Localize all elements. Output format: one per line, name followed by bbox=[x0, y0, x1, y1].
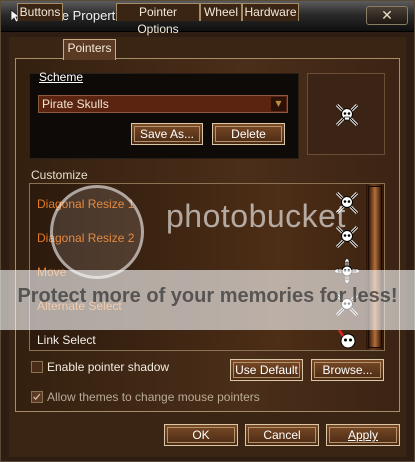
save-as-label: Save As... bbox=[139, 127, 195, 141]
tab-pointer-options[interactable]: Pointer Options bbox=[116, 3, 200, 36]
enable-pointer-shadow-label: Enable pointer shadow bbox=[47, 360, 170, 374]
browse-button[interactable]: Browse... bbox=[311, 359, 384, 381]
tab-buttons[interactable]: Buttons bbox=[17, 3, 63, 21]
mouse-properties-window: Mouse Properties ✕ Buttons Pointers Poin… bbox=[0, 0, 415, 462]
enable-pointer-shadow-checkbox[interactable] bbox=[31, 361, 43, 373]
browse-label: Browse... bbox=[322, 363, 373, 377]
apply-label: Apply bbox=[347, 428, 379, 442]
delete-label: Delete bbox=[231, 127, 266, 141]
chevron-down-icon[interactable]: ▼ bbox=[271, 97, 286, 111]
customize-label: Customize bbox=[31, 168, 88, 182]
scheme-dropdown[interactable]: Pirate Skulls ▼ bbox=[38, 95, 288, 113]
allow-themes-label: Allow themes to change mouse pointers bbox=[47, 390, 260, 404]
ok-label: OK bbox=[192, 428, 210, 442]
scheme-selected-value: Pirate Skulls bbox=[42, 97, 109, 111]
cursor-list[interactable]: Diagonal Resize 1 Diagonal Resize 2 Move… bbox=[29, 183, 385, 351]
tab-pointers[interactable]: Pointers bbox=[63, 39, 116, 60]
tab-hardware[interactable]: Hardware bbox=[242, 3, 299, 21]
list-item[interactable]: Alternate Select bbox=[30, 288, 366, 322]
list-item-label: Link Select bbox=[37, 333, 96, 347]
list-item[interactable]: Move bbox=[30, 254, 366, 288]
list-item-label: Alternate Select bbox=[37, 299, 122, 313]
list-item[interactable]: Diagonal Resize 2 bbox=[30, 220, 366, 254]
skull-crossbones-cursor-icon bbox=[335, 225, 359, 249]
use-default-button[interactable]: Use Default bbox=[230, 359, 303, 381]
close-button[interactable]: ✕ bbox=[366, 6, 408, 25]
pointing-hand-skull-cursor-icon bbox=[337, 329, 356, 349]
cancel-label: Cancel bbox=[263, 428, 301, 442]
skull-move-cursor-icon bbox=[334, 258, 360, 284]
skull-crossbones-cursor-icon bbox=[335, 293, 359, 317]
cursor-preview bbox=[307, 73, 385, 155]
skull-crossbones-cursor-icon bbox=[335, 191, 359, 215]
tab-wheel[interactable]: Wheel bbox=[200, 3, 242, 21]
scheme-group bbox=[29, 73, 299, 159]
save-as-button[interactable]: Save As... bbox=[131, 123, 203, 145]
list-item-label: Move bbox=[37, 265, 67, 279]
skull-crossbones-cursor-icon bbox=[335, 103, 359, 127]
delete-button[interactable]: Delete bbox=[212, 123, 285, 145]
apply-button[interactable]: Apply bbox=[326, 424, 400, 446]
list-scrollbar[interactable] bbox=[366, 184, 384, 350]
allow-themes-checkbox[interactable] bbox=[31, 391, 43, 403]
ok-button[interactable]: OK bbox=[164, 424, 238, 446]
scrollbar-thumb[interactable] bbox=[368, 186, 382, 348]
use-default-label: Use Default bbox=[235, 363, 298, 377]
list-item-label: Diagonal Resize 1 bbox=[37, 197, 135, 211]
list-item-label: Diagonal Resize 2 bbox=[37, 231, 135, 245]
scheme-label: Scheme bbox=[39, 70, 84, 84]
checkmark-icon bbox=[33, 393, 41, 401]
cancel-button[interactable]: Cancel bbox=[245, 424, 319, 446]
list-item[interactable]: Diagonal Resize 1 bbox=[30, 186, 366, 220]
list-item[interactable]: Link Select bbox=[30, 322, 366, 350]
